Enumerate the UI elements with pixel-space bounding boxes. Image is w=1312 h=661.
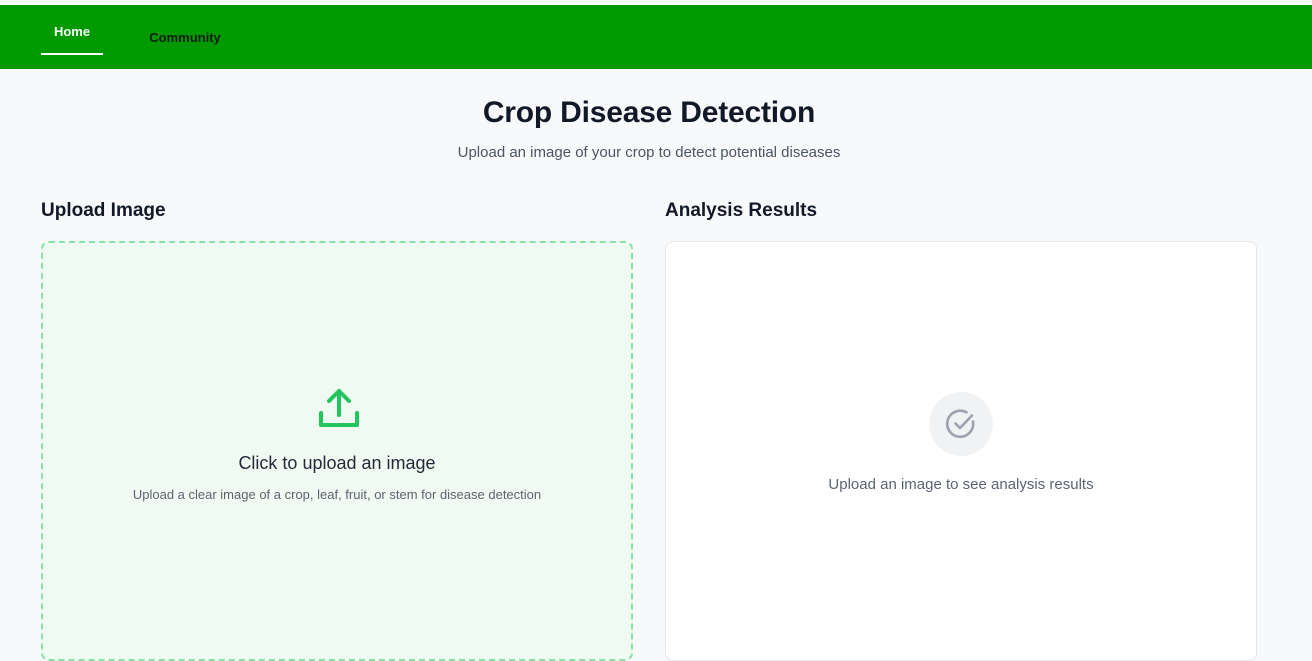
nav-community-link[interactable]: Community	[146, 5, 224, 69]
upload-title: Click to upload an image	[238, 453, 436, 473]
nav-home-link[interactable]: Home	[41, 5, 103, 55]
navbar: Home Community	[0, 5, 1312, 69]
check-circle-icon	[929, 392, 993, 456]
upload-icon	[319, 389, 359, 427]
upload-dropzone[interactable]: Click to upload an image Upload a clear …	[41, 241, 633, 661]
upload-heading: Upload Image	[41, 200, 166, 221]
results-panel: Upload an image to see analysis results	[665, 241, 1257, 661]
results-heading: Analysis Results	[665, 200, 818, 221]
results-empty-text: Upload an image to see analysis results	[828, 476, 1094, 493]
page-title: Crop Disease Detection	[482, 96, 816, 129]
upload-hint: Upload a clear image of a crop, leaf, fr…	[132, 487, 542, 502]
page-subtitle: Upload an image of your crop to detect p…	[457, 144, 841, 161]
